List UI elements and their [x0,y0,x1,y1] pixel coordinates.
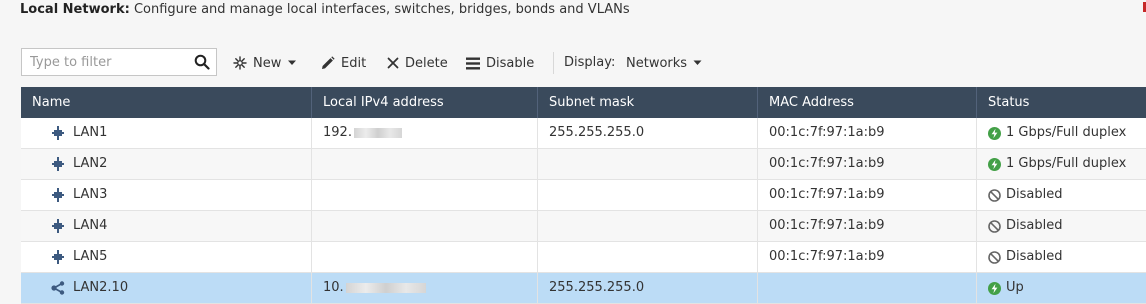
network-table: Name Local IPv4 address Subnet mask MAC … [21,87,1146,304]
cell-status: 1 Gbps/Full duplex [977,118,1146,148]
edit-label: Edit [341,55,367,71]
disable-button[interactable]: Disable [466,48,534,78]
disable-label: Disable [486,55,535,71]
filter-input[interactable] [22,49,198,75]
table-header: Name Local IPv4 address Subnet mask MAC … [21,87,1146,118]
caret-down-icon [693,60,702,65]
table-row[interactable]: LAN4 00:1c:7f:97:1a:b9 Disabled [21,211,1146,242]
cell-ipv4 [312,180,538,210]
redacted-ip [345,282,426,293]
status-text: 1 Gbps/Full duplex [1006,156,1127,171]
cell-name: LAN4 [21,211,312,241]
display-label: Display: [564,55,616,70]
network-port-icon [51,157,65,171]
column-header-mac[interactable]: MAC Address [758,87,977,118]
filter-box [21,48,217,76]
column-header-name[interactable]: Name [21,87,312,118]
cell-mac: 00:1c:7f:97:1a:b9 [758,118,977,148]
new-label: New [253,55,282,71]
vlan-icon [51,281,65,295]
edit-button[interactable]: Edit [320,48,366,78]
lightning-icon [988,281,1001,295]
cell-name: LAN2 [21,149,312,179]
delete-label: Delete [405,55,448,71]
table-row[interactable]: LAN5 00:1c:7f:97:1a:b9 Disabled [21,242,1146,273]
disabled-icon [988,188,1001,202]
cell-status: Disabled [977,242,1146,272]
cell-name: LAN3 [21,180,312,210]
disabled-icon [988,219,1001,233]
interface-name: LAN3 [73,187,108,202]
table-row[interactable]: LAN2.10 10. 255.255.255.0 Up [21,273,1146,304]
display-select[interactable]: Networks [626,48,702,78]
network-port-icon [51,126,65,140]
menu-lines-icon [466,57,480,69]
cell-subnet [538,242,758,272]
cell-ipv4: 192. [312,118,538,148]
page-description: Local Network: Configure and manage loca… [20,2,630,17]
cell-ipv4 [312,242,538,272]
network-port-icon [51,188,65,202]
close-icon [387,57,399,69]
delete-button[interactable]: Delete [387,48,448,78]
pencil-icon [322,55,335,69]
cell-mac [758,273,977,303]
page-subtitle: Configure and manage local interfaces, s… [133,2,630,17]
cell-ipv4 [312,211,538,241]
display-value: Networks [626,55,688,71]
cell-name: LAN1 [21,118,312,148]
table-row[interactable]: LAN1 192. 255.255.255.0 00:1c:7f:97:1a:b9 1 … [21,118,1146,149]
lightning-icon [988,126,1001,140]
network-port-icon [51,219,65,233]
toolbar: New Edit Delete Disable Display: Network… [21,48,1141,78]
lightning-icon [988,157,1001,171]
ipv4-value: 10. [323,280,344,295]
network-port-icon [51,250,65,264]
cell-name: LAN5 [21,242,312,272]
cell-subnet: 255.255.255.0 [538,273,758,303]
column-header-ipv4[interactable]: Local IPv4 address [312,87,538,118]
cell-mac: 00:1c:7f:97:1a:b9 [758,211,977,241]
cell-subnet [538,149,758,179]
disabled-icon [988,250,1001,264]
cell-mac: 00:1c:7f:97:1a:b9 [758,149,977,179]
caret-down-icon [288,60,297,65]
table-row[interactable]: LAN3 00:1c:7f:97:1a:b9 Disabled [21,180,1146,211]
cell-name: LAN2.10 [21,273,312,303]
status-text: Up [1006,280,1024,295]
ipv4-value: 192. [323,125,352,140]
status-text: Disabled [1006,249,1063,264]
cell-mac: 00:1c:7f:97:1a:b9 [758,180,977,210]
status-text: Disabled [1006,218,1063,233]
cell-subnet: 255.255.255.0 [538,118,758,148]
column-header-subnet[interactable]: Subnet mask [538,87,758,118]
cell-status: Disabled [977,180,1146,210]
search-icon[interactable] [194,54,210,70]
sparkle-icon [233,56,247,70]
table-row[interactable]: LAN2 00:1c:7f:97:1a:b9 1 Gbps/Full duplex [21,149,1146,180]
redacted-ip [353,127,402,138]
page-title: Local Network: [20,2,130,17]
interface-name: LAN1 [73,125,108,140]
new-button[interactable]: New [233,48,297,78]
interface-name: LAN4 [73,218,108,233]
cell-status: Up [977,273,1146,303]
interface-name: LAN2.10 [73,280,129,295]
cell-ipv4: 10. [312,273,538,303]
interface-name: LAN5 [73,249,108,264]
status-text: 1 Gbps/Full duplex [1006,125,1127,140]
toolbar-divider [553,52,554,74]
interface-name: LAN2 [73,156,108,171]
cell-status: Disabled [977,211,1146,241]
status-text: Disabled [1006,187,1063,202]
table-body: LAN1 192. 255.255.255.0 00:1c:7f:97:1a:b9 1 … [21,118,1146,304]
cell-subnet [538,180,758,210]
column-header-status[interactable]: Status [977,87,1146,118]
cell-ipv4 [312,149,538,179]
cell-subnet [538,211,758,241]
cell-status: 1 Gbps/Full duplex [977,149,1146,179]
cell-mac: 00:1c:7f:97:1a:b9 [758,242,977,272]
